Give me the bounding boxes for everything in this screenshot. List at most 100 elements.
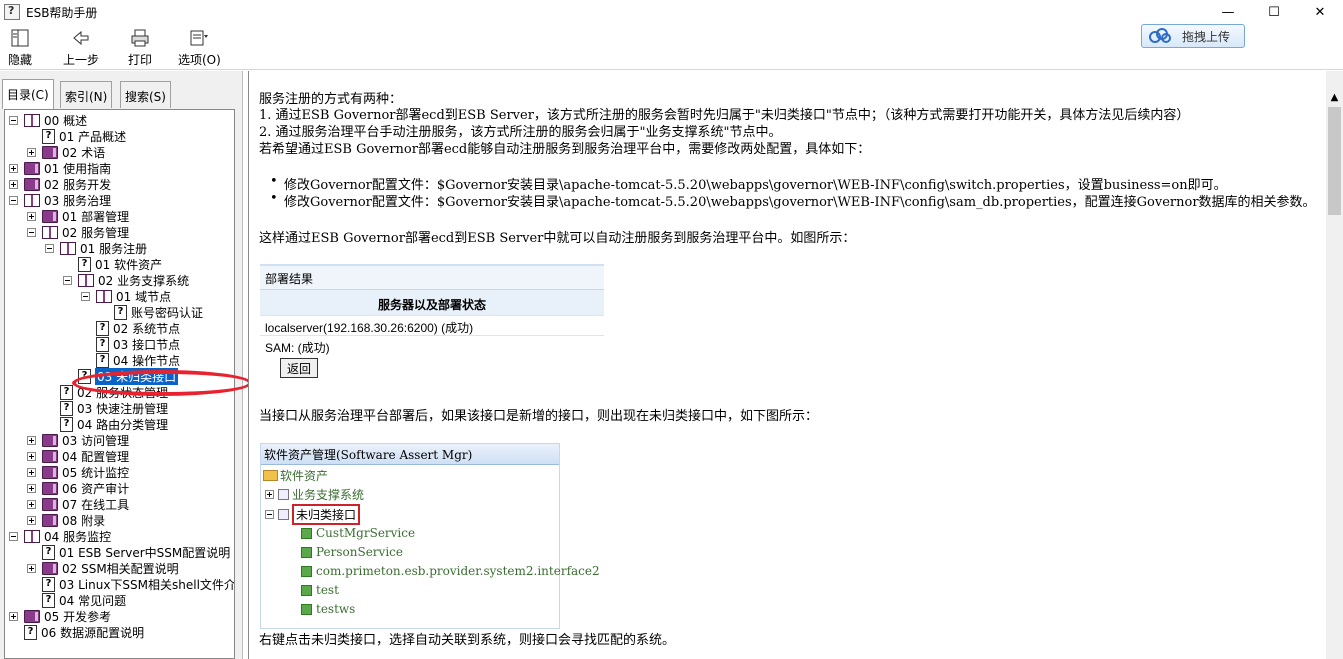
tree-item-label: 05 统计监控	[62, 465, 130, 480]
tree-item[interactable]: 02 SSM相关配置说明	[27, 560, 179, 576]
expand-icon[interactable]	[27, 483, 36, 493]
help-page-icon: ?	[96, 336, 109, 352]
tree-item[interactable]: 00 概述	[9, 112, 87, 128]
help-page-icon: ?	[42, 544, 55, 560]
tree-item[interactable]: 02 服务管理	[27, 224, 129, 240]
business-system-node: 业务支撑系统	[265, 486, 364, 503]
tree-item-label: 01 产品概述	[59, 129, 127, 144]
expand-icon[interactable]	[27, 451, 36, 461]
tree-item-label: 06 数据源配置说明	[41, 625, 145, 640]
book-icon	[42, 561, 58, 575]
tree-item[interactable]: 02 业务支撑系统	[63, 272, 189, 288]
highlight-ellipse	[72, 370, 252, 396]
tree-item-label: 04 常见问题	[59, 593, 127, 608]
print-button[interactable]: 打印	[128, 28, 152, 68]
tree-item-label: 07 在线工具	[62, 497, 130, 512]
close-button[interactable]: ✕	[1297, 0, 1343, 24]
tree-item[interactable]: ? 01 ESB Server中SSM配置说明	[27, 544, 230, 560]
tree-item[interactable]: ? 03 Linux下SSM相关shell文件介	[27, 576, 234, 592]
tree-item-label: 03 接口节点	[113, 337, 181, 352]
back-button[interactable]: 上一步	[63, 28, 99, 68]
expand-icon[interactable]	[9, 611, 18, 621]
collapse-icon[interactable]	[45, 243, 54, 253]
tree-item[interactable]: 01 服务注册	[45, 240, 147, 256]
tab-contents[interactable]: 目录(C)	[2, 79, 54, 109]
tree-item[interactable]: ? 06 数据源配置说明	[9, 624, 144, 640]
expand-icon[interactable]	[27, 147, 36, 157]
minimize-button[interactable]: —	[1205, 0, 1251, 24]
expand-icon[interactable]	[27, 515, 36, 525]
service-item: com.primeton.esb.provider.system2.interf…	[301, 564, 600, 578]
tree-item[interactable]: ? 04 操作节点	[81, 352, 180, 368]
service-icon	[301, 584, 312, 596]
content-scrollbar[interactable]: ▲	[1326, 71, 1343, 659]
collapse-icon[interactable]	[9, 195, 18, 205]
help-page-icon: ?	[96, 352, 109, 368]
tree-item[interactable]: 07 在线工具	[27, 496, 129, 512]
help-page-icon: ?	[114, 304, 127, 320]
nav-tabs: 目录(C) 索引(N) 搜索(S)	[0, 79, 243, 109]
hide-button[interactable]: 隐藏	[8, 28, 32, 68]
book-icon	[42, 145, 58, 159]
expand-icon[interactable]	[27, 499, 36, 509]
collapse-icon	[265, 510, 274, 519]
tree-item[interactable]: ? 01 产品概述	[27, 128, 126, 144]
expand-icon[interactable]	[27, 563, 36, 573]
tree-item-label: 04 服务监控	[44, 529, 112, 544]
tree-item-label: 06 资产审计	[62, 481, 130, 496]
tree-item[interactable]: 04 配置管理	[27, 448, 129, 464]
tree-item[interactable]: ? 04 常见问题	[27, 592, 126, 608]
tree-item[interactable]: 01 使用指南	[9, 160, 111, 176]
expand-icon[interactable]	[9, 179, 18, 189]
collapse-icon[interactable]	[9, 531, 18, 541]
system-icon	[278, 509, 289, 520]
tree-item[interactable]: 02 服务开发	[9, 176, 111, 192]
scroll-up-icon[interactable]: ▲	[1326, 89, 1343, 105]
tree-item[interactable]: 08 附录	[27, 512, 105, 528]
collapse-icon[interactable]	[81, 291, 90, 301]
tree-item[interactable]: ? 02 系统节点	[81, 320, 180, 336]
tree-item[interactable]: 05 开发参考	[9, 608, 111, 624]
book-icon	[42, 433, 58, 447]
help-page-icon: ?	[24, 624, 37, 640]
expand-icon[interactable]	[9, 163, 18, 173]
tree-item[interactable]: 05 统计监控	[27, 464, 129, 480]
tree-item[interactable]: ? 01 软件资产	[63, 256, 162, 272]
scroll-thumb[interactable]	[1328, 107, 1341, 215]
expand-icon[interactable]	[27, 435, 36, 445]
collapse-icon[interactable]	[9, 115, 18, 125]
asset-root: 软件资产	[263, 467, 328, 484]
tree-item[interactable]: ? 04 路由分类管理	[45, 416, 168, 432]
expand-icon[interactable]	[27, 211, 36, 221]
service-icon	[301, 527, 312, 539]
book-icon	[42, 465, 58, 479]
book-icon	[42, 449, 58, 463]
tab-search[interactable]: 搜索(S)	[120, 81, 171, 108]
tree-item[interactable]: ? 03 快速注册管理	[45, 400, 168, 416]
tree-item[interactable]: 03 访问管理	[27, 432, 129, 448]
collapse-icon[interactable]	[27, 227, 36, 237]
expand-icon[interactable]	[27, 467, 36, 477]
tree-item-label: 02 服务开发	[44, 177, 112, 192]
tree-item[interactable]: ? 账号密码认证	[99, 304, 203, 320]
tree-item[interactable]: 03 服务治理	[9, 192, 111, 208]
tree-item-label: 01 域节点	[116, 289, 172, 304]
book-icon	[24, 177, 40, 191]
options-button[interactable]: 选项(O)	[178, 28, 221, 68]
drag-upload-button[interactable]: 拖拽上传	[1141, 24, 1245, 48]
tree-item[interactable]: 01 部署管理	[27, 208, 129, 224]
printer-icon	[129, 28, 151, 48]
tree-item[interactable]: 02 术语	[27, 144, 105, 160]
tree-item[interactable]: 01 域节点	[81, 288, 171, 304]
collapse-icon[interactable]	[63, 275, 72, 285]
tree-item[interactable]: 04 服务监控	[9, 528, 111, 544]
open-book-icon	[24, 193, 40, 207]
sam-status-row: SAM: (成功)	[260, 335, 604, 355]
service-item: CustMgrService	[301, 526, 415, 540]
tree-item[interactable]: ? 03 接口节点	[81, 336, 180, 352]
bullet-db-config: 修改Governor配置文件：$Governor安装目录\apache-tomc…	[270, 191, 1316, 210]
tree-item[interactable]: 06 资产审计	[27, 480, 129, 496]
tab-index[interactable]: 索引(N)	[60, 81, 113, 108]
open-book-icon	[60, 241, 76, 255]
maximize-button[interactable]: ☐	[1251, 0, 1297, 24]
